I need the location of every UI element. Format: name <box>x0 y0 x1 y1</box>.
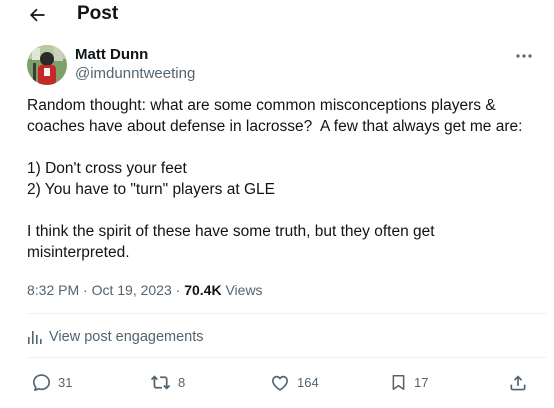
meta-separator: · <box>83 282 88 298</box>
reply-icon <box>32 373 51 391</box>
share-button[interactable] <box>508 370 528 394</box>
repost-icon <box>150 374 171 390</box>
divider <box>27 313 547 314</box>
share-icon <box>510 374 526 390</box>
arrow-left-icon <box>30 8 45 22</box>
reply-button[interactable]: 31 <box>31 370 72 394</box>
page-title: Post <box>77 3 119 24</box>
analytics-icon <box>28 331 42 344</box>
bookmark-icon <box>392 374 405 390</box>
more-options-button[interactable] <box>512 48 536 64</box>
divider <box>27 357 547 358</box>
bookmark-button[interactable]: 17 <box>389 370 428 394</box>
action-bar: 31 8 164 17 <box>0 370 554 394</box>
top-bar: Post <box>0 0 554 30</box>
bookmark-count: 17 <box>414 374 429 390</box>
heart-icon <box>271 375 289 391</box>
view-engagements-link[interactable]: View post engagements <box>27 327 204 347</box>
post-meta: 8:32 PM · Oct 19, 2023 · 70.4K Views <box>27 281 263 299</box>
repost-button[interactable]: 8 <box>150 370 185 394</box>
post-line: coaches have about defense in lacrosse? … <box>27 118 523 135</box>
engagements-label: View post engagements <box>49 329 204 345</box>
like-count: 164 <box>297 374 319 390</box>
post-line: Random thought: what are some common mis… <box>27 97 496 114</box>
author-name[interactable]: Matt Dunn <box>75 46 148 64</box>
post-line: misinterpreted. <box>27 244 130 261</box>
repost-count: 8 <box>178 374 186 390</box>
back-button[interactable] <box>26 4 48 26</box>
post-line: I think the spirit of these have some tr… <box>27 223 435 240</box>
post-date[interactable]: Oct 19, 2023 <box>92 282 172 298</box>
meta-separator: · <box>175 282 181 298</box>
post-text: Random thought: what are some common mis… <box>27 95 547 263</box>
post-line: 2) You have to "turn" players at GLE <box>27 181 275 198</box>
views-count: 70.4K <box>184 282 222 298</box>
avatar[interactable] <box>27 45 67 85</box>
post-line: 1) Don't cross your feet <box>27 160 187 177</box>
like-button[interactable]: 164 <box>269 370 319 394</box>
post-time[interactable]: 8:32 PM <box>27 282 79 298</box>
author-handle[interactable]: @imdunntweeting <box>75 65 195 83</box>
reply-count: 31 <box>58 374 73 390</box>
more-horizontal-icon <box>516 54 532 58</box>
views-label: Views <box>225 282 263 298</box>
